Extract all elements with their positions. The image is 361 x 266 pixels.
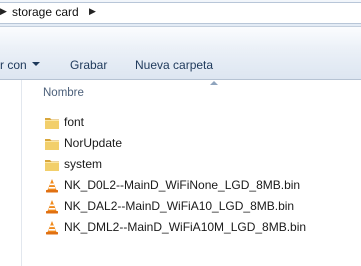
file-name: NK_D0L2--MainD_WiFiNone_LGD_8MB.bin bbox=[64, 178, 301, 192]
column-header-name[interactable]: Nombre bbox=[43, 87, 84, 99]
breadcrumb-storage-card[interactable]: storage card bbox=[12, 5, 79, 19]
chevron-down-icon[interactable] bbox=[32, 62, 40, 66]
pane-divider bbox=[21, 80, 22, 266]
folder-icon bbox=[45, 118, 59, 129]
command-bar-top-strip bbox=[0, 27, 361, 45]
file-name: NK_DML2--MainD_WiFiA10M_LGD_8MB.bin bbox=[64, 220, 307, 234]
vlc-cone-icon bbox=[46, 179, 58, 193]
vlc-cone-icon bbox=[46, 221, 58, 235]
file-name: NorUpdate bbox=[64, 136, 123, 150]
address-field[interactable]: ▶ storage card ▶ bbox=[0, 2, 361, 24]
folder-icon bbox=[45, 139, 59, 150]
folder-icon bbox=[45, 160, 59, 171]
file-name: font bbox=[64, 115, 85, 129]
new-folder-button[interactable]: Nueva carpeta bbox=[135, 58, 213, 72]
address-bar: ▶ storage card ▶ bbox=[0, 0, 361, 27]
breadcrumb-chevron-icon[interactable]: ▶ bbox=[89, 6, 96, 17]
file-name: system bbox=[64, 157, 103, 171]
sort-arrow-icon[interactable] bbox=[210, 81, 218, 85]
file-list-pane: Nombre font NorUpdate system NK_D0L2--Ma… bbox=[0, 80, 361, 266]
vlc-cone-icon bbox=[46, 200, 58, 214]
organize-button[interactable]: r con bbox=[0, 58, 27, 72]
file-name: NK_DAL2--MainD_WiFiA10_LGD_8MB.bin bbox=[64, 199, 295, 213]
chevron-right-icon[interactable]: ▶ bbox=[0, 6, 7, 17]
command-bar: r con Grabar Nueva carpeta bbox=[0, 27, 361, 80]
burn-button[interactable]: Grabar bbox=[70, 58, 107, 72]
